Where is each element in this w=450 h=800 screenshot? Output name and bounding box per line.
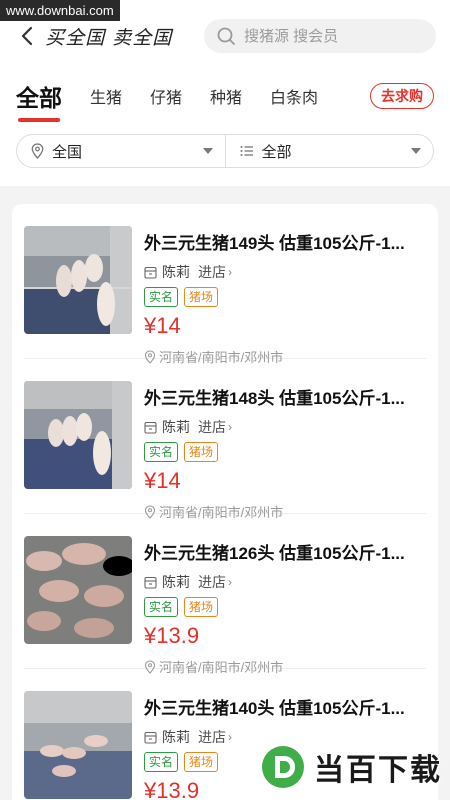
listing-card[interactable]: 外三元生猪149头 估重105公斤-1... 陈莉 进店 › 实名 猪场 ¥14… [24, 204, 426, 365]
listing-list: 外三元生猪149头 估重105公斤-1... 陈莉 进店 › 实名 猪场 ¥14… [12, 204, 438, 800]
region-filter-label: 全国 [52, 143, 83, 161]
caret-down-icon [202, 148, 213, 154]
enter-store-link[interactable]: 进店 [198, 262, 226, 282]
tab-all[interactable]: 全部 [16, 79, 62, 122]
chevron-right-icon: › [228, 265, 232, 279]
tab-live-pigs[interactable]: 生猪 [90, 84, 122, 108]
tab-piglets[interactable]: 仔猪 [150, 84, 182, 108]
listing-title: 外三元生猪149头 估重105公斤-1... [144, 234, 405, 253]
category-tabs: 全部 生猪 仔猪 种猪 白条肉 去求购 [0, 72, 450, 122]
search-bar[interactable] [204, 19, 436, 53]
location-pin-icon [144, 659, 156, 674]
store-icon [144, 421, 157, 434]
listing-price: ¥14 [144, 313, 181, 338]
location-pin-icon [144, 349, 156, 364]
farm-tag: 猪场 [184, 442, 219, 462]
seller-name: 陈莉 [162, 419, 190, 435]
enter-store-link[interactable]: 进店 [198, 417, 226, 437]
watermark-bottom: 当百下载 [260, 744, 442, 790]
category-filter-label: 全部 [261, 143, 292, 161]
listing-location: 河南省/南阳市/邓州市 [159, 505, 284, 520]
store-icon [144, 576, 157, 589]
seller-name: 陈莉 [162, 264, 190, 280]
verified-tag: 实名 [144, 442, 179, 462]
listing-title: 外三元生猪148头 估重105公斤-1... [144, 389, 405, 408]
verified-tag: 实名 [144, 752, 179, 772]
listing-title: 外三元生猪126头 估重105公斤-1... [144, 544, 405, 563]
store-icon [144, 731, 157, 744]
tab-pork-carcass[interactable]: 白条肉 [270, 84, 318, 108]
location-pin-icon [31, 143, 44, 159]
pig-photo [24, 226, 132, 334]
seller-name: 陈莉 [162, 729, 190, 745]
search-input[interactable] [244, 27, 424, 45]
category-filter[interactable]: 全部 [224, 135, 434, 167]
filter-bar: 全国 全部 [0, 120, 450, 186]
back-arrow-icon[interactable] [16, 25, 37, 47]
app-logo: 买全国 卖全国 [45, 26, 173, 49]
watermark-top: www.downbai.com [0, 0, 120, 21]
pig-photo [24, 536, 132, 644]
pig-photo [24, 381, 132, 489]
caret-down-icon [411, 148, 421, 154]
listing-card[interactable]: 外三元生猪148头 估重105公斤-1... 陈莉 进店 › 实名 猪场 ¥14… [24, 359, 426, 520]
farm-tag: 猪场 [184, 597, 219, 617]
seller-name: 陈莉 [162, 574, 190, 590]
enter-store-link[interactable]: 进店 [198, 727, 226, 747]
downbai-logo-icon [262, 746, 304, 788]
tab-breeding-pigs[interactable]: 种猪 [210, 84, 242, 108]
verified-tag: 实名 [144, 597, 179, 617]
enter-store-link[interactable]: 进店 [198, 572, 226, 592]
watermark-text: 当百下载 [314, 754, 442, 787]
chevron-right-icon: › [228, 575, 232, 589]
verified-tag: 实名 [144, 287, 179, 307]
seek-purchase-button[interactable]: 去求购 [370, 83, 434, 109]
farm-tag: 猪场 [184, 752, 219, 772]
listing-location: 河南省/南阳市/邓州市 [159, 660, 284, 675]
listing-price: ¥13.9 [144, 623, 200, 648]
listing-price: ¥14 [144, 468, 181, 493]
search-icon [217, 27, 235, 45]
chevron-right-icon: › [228, 420, 232, 434]
list-icon [240, 146, 253, 156]
listing-card[interactable]: 外三元生猪126头 估重105公斤-1... 陈莉 进店 › 实名 猪场 ¥13… [24, 514, 426, 675]
listing-location: 河南省/南阳市/邓州市 [159, 350, 284, 365]
farm-tag: 猪场 [184, 287, 219, 307]
location-pin-icon [144, 504, 156, 519]
listing-title: 外三元生猪140头 估重105公斤-1... [144, 699, 405, 718]
region-filter[interactable]: 全国 [17, 135, 225, 167]
pig-photo [24, 691, 132, 799]
chevron-right-icon: › [228, 730, 232, 744]
store-icon [144, 266, 157, 279]
